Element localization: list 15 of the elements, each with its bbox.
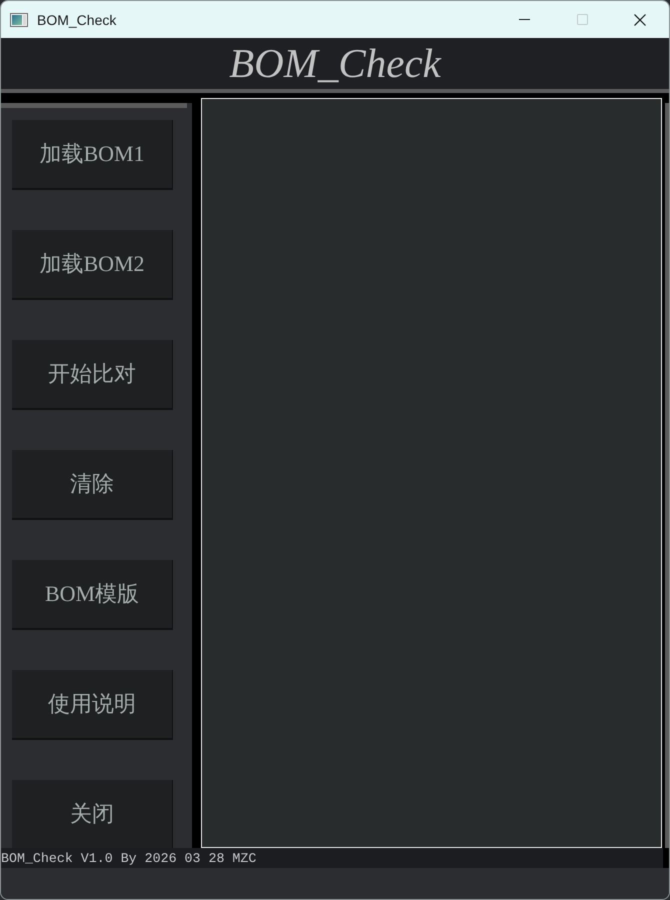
sidebar-button[interactable]: 加载BOM2 [12,230,173,300]
app-title: BOM_Check [229,43,441,84]
sidebar-button[interactable]: 加载BOM1 [12,120,173,190]
close-icon [634,14,646,26]
sidebar-button[interactable]: 关闭 [12,780,173,850]
sidebar-button[interactable]: 清除 [12,450,173,520]
output-text-area[interactable] [201,98,662,848]
sidebar-button[interactable]: 使用说明 [12,670,173,740]
maximize-icon [576,14,588,25]
window-icon [10,12,28,26]
minimize-icon [518,19,530,20]
status-text: BOM_Check V1.0 By 2026 03 28 MZC [1,850,256,866]
sidebar-button[interactable]: BOM模版 [12,560,173,630]
sidebar-button[interactable]: 开始比对 [12,340,173,410]
window-title: BOM_Check [37,12,116,28]
